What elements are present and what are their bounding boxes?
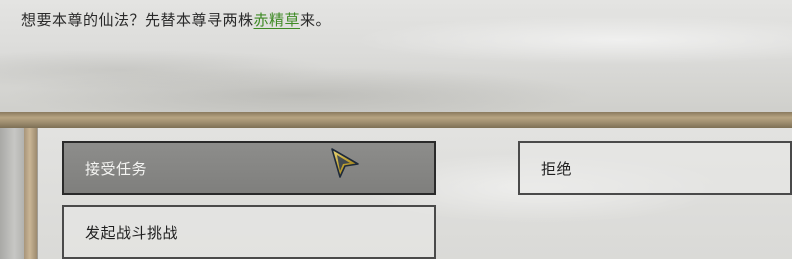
dialog-text-after: 来。 [300,11,332,29]
refuse-button[interactable]: 拒绝 [518,141,792,195]
options-panel: 接受任务 拒绝 发起战斗挑战 [0,128,792,259]
accept-quest-label: 接受任务 [85,159,148,178]
accept-quest-button[interactable]: 接受任务 [62,141,436,195]
dialog-panel: 想要本尊的仙法？先替本尊寻两株赤精草来。 [0,0,792,114]
dialog-text: 想要本尊的仙法？先替本尊寻两株赤精草来。 [21,9,331,30]
divider-band [0,112,792,128]
start-battle-challenge-label: 发起战斗挑战 [85,223,179,242]
highlighted-item-name[interactable]: 赤精草 [254,11,301,29]
refuse-label: 拒绝 [541,159,573,178]
start-battle-challenge-button[interactable]: 发起战斗挑战 [62,205,436,259]
arrow-cursor-icon [331,148,359,178]
left-pillar [0,128,24,259]
left-wooden-post [24,128,37,259]
dialog-text-before: 想要本尊的仙法？先替本尊寻两株 [21,11,254,29]
